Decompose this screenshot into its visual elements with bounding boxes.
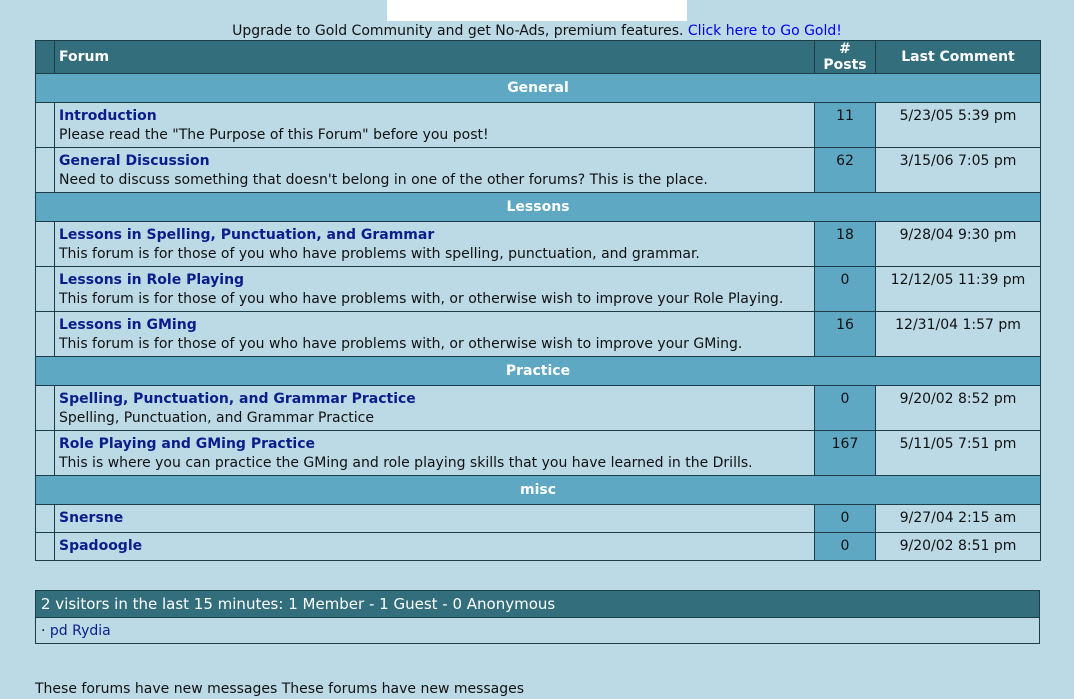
- forum-description: This forum is for those of you who have …: [59, 336, 743, 352]
- forum-row: Lessons in GMing This forum is for those …: [35, 311, 1041, 357]
- forum-info-cell: Lessons in Role Playing This forum is for…: [54, 266, 815, 312]
- forum-info-cell: Role Playing and GMing Practice This is w…: [54, 430, 815, 476]
- forum-title-link[interactable]: Lessons in Spelling, Punctuation, and Gr…: [59, 227, 434, 243]
- category-title: misc: [35, 475, 1041, 505]
- forum-description: This is where you can practice the GMing…: [59, 455, 753, 471]
- visitors-list: · pd Rydia: [35, 617, 1040, 644]
- forum-title-link[interactable]: Lessons in Role Playing: [59, 272, 244, 288]
- bullet: ·: [41, 622, 46, 639]
- forum-status-cell: [35, 504, 55, 533]
- last-comment-date: 9/27/04 2:15 am: [875, 504, 1041, 533]
- header-blank: [35, 40, 55, 74]
- last-comment-date: 3/15/06 7:05 pm: [875, 147, 1041, 193]
- last-comment-date: 12/31/04 1:57 pm: [875, 311, 1041, 357]
- forum-info-cell: Spadoogle: [54, 532, 815, 561]
- post-count: 0: [814, 532, 876, 561]
- forum-info-cell: Introduction Please read the "The Purpose…: [54, 102, 815, 148]
- post-count: 0: [814, 266, 876, 312]
- forum-status-cell: [35, 102, 55, 148]
- last-comment-date: 9/20/02 8:51 pm: [875, 532, 1041, 561]
- forum-title-link[interactable]: Snersne: [59, 510, 123, 526]
- forum-status-cell: [35, 532, 55, 561]
- footer-legend: These forums have new messages These for…: [35, 681, 525, 697]
- category-row: misc: [35, 475, 1041, 505]
- forum-title-link[interactable]: Spelling, Punctuation, and Grammar Pract…: [59, 391, 416, 407]
- forum-info-cell: General Discussion Need to discuss someth…: [54, 147, 815, 193]
- forum-row: Lessons in Role Playing This forum is for…: [35, 266, 1041, 312]
- table-header-row: Forum # Posts Last Comment: [35, 40, 1041, 74]
- post-count: 0: [814, 504, 876, 533]
- forum-table: Forum # Posts Last Comment General Introd…: [35, 40, 1041, 561]
- forum-row: Spadoogle 0 9/20/02 8:51 pm: [35, 532, 1041, 561]
- forum-status-cell: [35, 266, 55, 312]
- category-row: General: [35, 73, 1041, 103]
- forum-title-link[interactable]: Introduction: [59, 108, 157, 124]
- upgrade-text: Upgrade to Gold Community and get No-Ads…: [232, 23, 684, 39]
- forum-info-cell: Spelling, Punctuation, and Grammar Pract…: [54, 385, 815, 431]
- header-last-comment: Last Comment: [875, 40, 1041, 74]
- forum-title-link[interactable]: General Discussion: [59, 153, 210, 169]
- post-count: 18: [814, 221, 876, 267]
- forum-row: Spelling, Punctuation, and Grammar Pract…: [35, 385, 1041, 431]
- category-row: Practice: [35, 356, 1041, 386]
- forum-title-link[interactable]: Spadoogle: [59, 538, 142, 554]
- ad-banner: [387, 0, 687, 21]
- last-comment-date: 5/23/05 5:39 pm: [875, 102, 1041, 148]
- header-posts: # Posts: [814, 40, 876, 74]
- last-comment-date: 12/12/05 11:39 pm: [875, 266, 1041, 312]
- forum-description: This forum is for those of you who have …: [59, 246, 700, 262]
- forum-row: Lessons in Spelling, Punctuation, and Gr…: [35, 221, 1041, 267]
- forum-row: General Discussion Need to discuss someth…: [35, 147, 1041, 193]
- post-count: 167: [814, 430, 876, 476]
- post-count: 11: [814, 102, 876, 148]
- last-comment-date: 9/28/04 9:30 pm: [875, 221, 1041, 267]
- forum-status-cell: [35, 430, 55, 476]
- last-comment-date: 9/20/02 8:52 pm: [875, 385, 1041, 431]
- forum-status-cell: [35, 385, 55, 431]
- post-count: 62: [814, 147, 876, 193]
- forum-row: Introduction Please read the "The Purpose…: [35, 102, 1041, 148]
- forum-description: This forum is for those of you who have …: [59, 291, 784, 307]
- category-title: General: [35, 73, 1041, 103]
- member-link[interactable]: pd Rydia: [50, 623, 111, 639]
- forum-description: Please read the "The Purpose of this For…: [59, 127, 489, 143]
- category-title: Practice: [35, 356, 1041, 386]
- forum-description: Spelling, Punctuation, and Grammar Pract…: [59, 410, 374, 426]
- visitors-summary: 2 visitors in the last 15 minutes: 1 Mem…: [35, 590, 1040, 618]
- forum-list: General Introduction Please read the "The …: [35, 73, 1041, 561]
- forum-info-cell: Lessons in GMing This forum is for those …: [54, 311, 815, 357]
- category-title: Lessons: [35, 192, 1041, 222]
- forum-info-cell: Lessons in Spelling, Punctuation, and Gr…: [54, 221, 815, 267]
- forum-row: Snersne 0 9/27/04 2:15 am: [35, 504, 1041, 533]
- upgrade-banner: Upgrade to Gold Community and get No-Ads…: [0, 23, 1074, 40]
- post-count: 0: [814, 385, 876, 431]
- forum-description: Need to discuss something that doesn't b…: [59, 172, 708, 188]
- header-forum: Forum: [54, 40, 815, 74]
- forum-row: Role Playing and GMing Practice This is w…: [35, 430, 1041, 476]
- forum-title-link[interactable]: Role Playing and GMing Practice: [59, 436, 315, 452]
- visitors-panel: 2 visitors in the last 15 minutes: 1 Mem…: [35, 590, 1040, 644]
- forum-info-cell: Snersne: [54, 504, 815, 533]
- forum-title-link[interactable]: Lessons in GMing: [59, 317, 197, 333]
- forum-status-cell: [35, 311, 55, 357]
- go-gold-link[interactable]: Click here to Go Gold!: [688, 23, 842, 39]
- post-count: 16: [814, 311, 876, 357]
- category-row: Lessons: [35, 192, 1041, 222]
- forum-status-cell: [35, 147, 55, 193]
- last-comment-date: 5/11/05 7:51 pm: [875, 430, 1041, 476]
- forum-status-cell: [35, 221, 55, 267]
